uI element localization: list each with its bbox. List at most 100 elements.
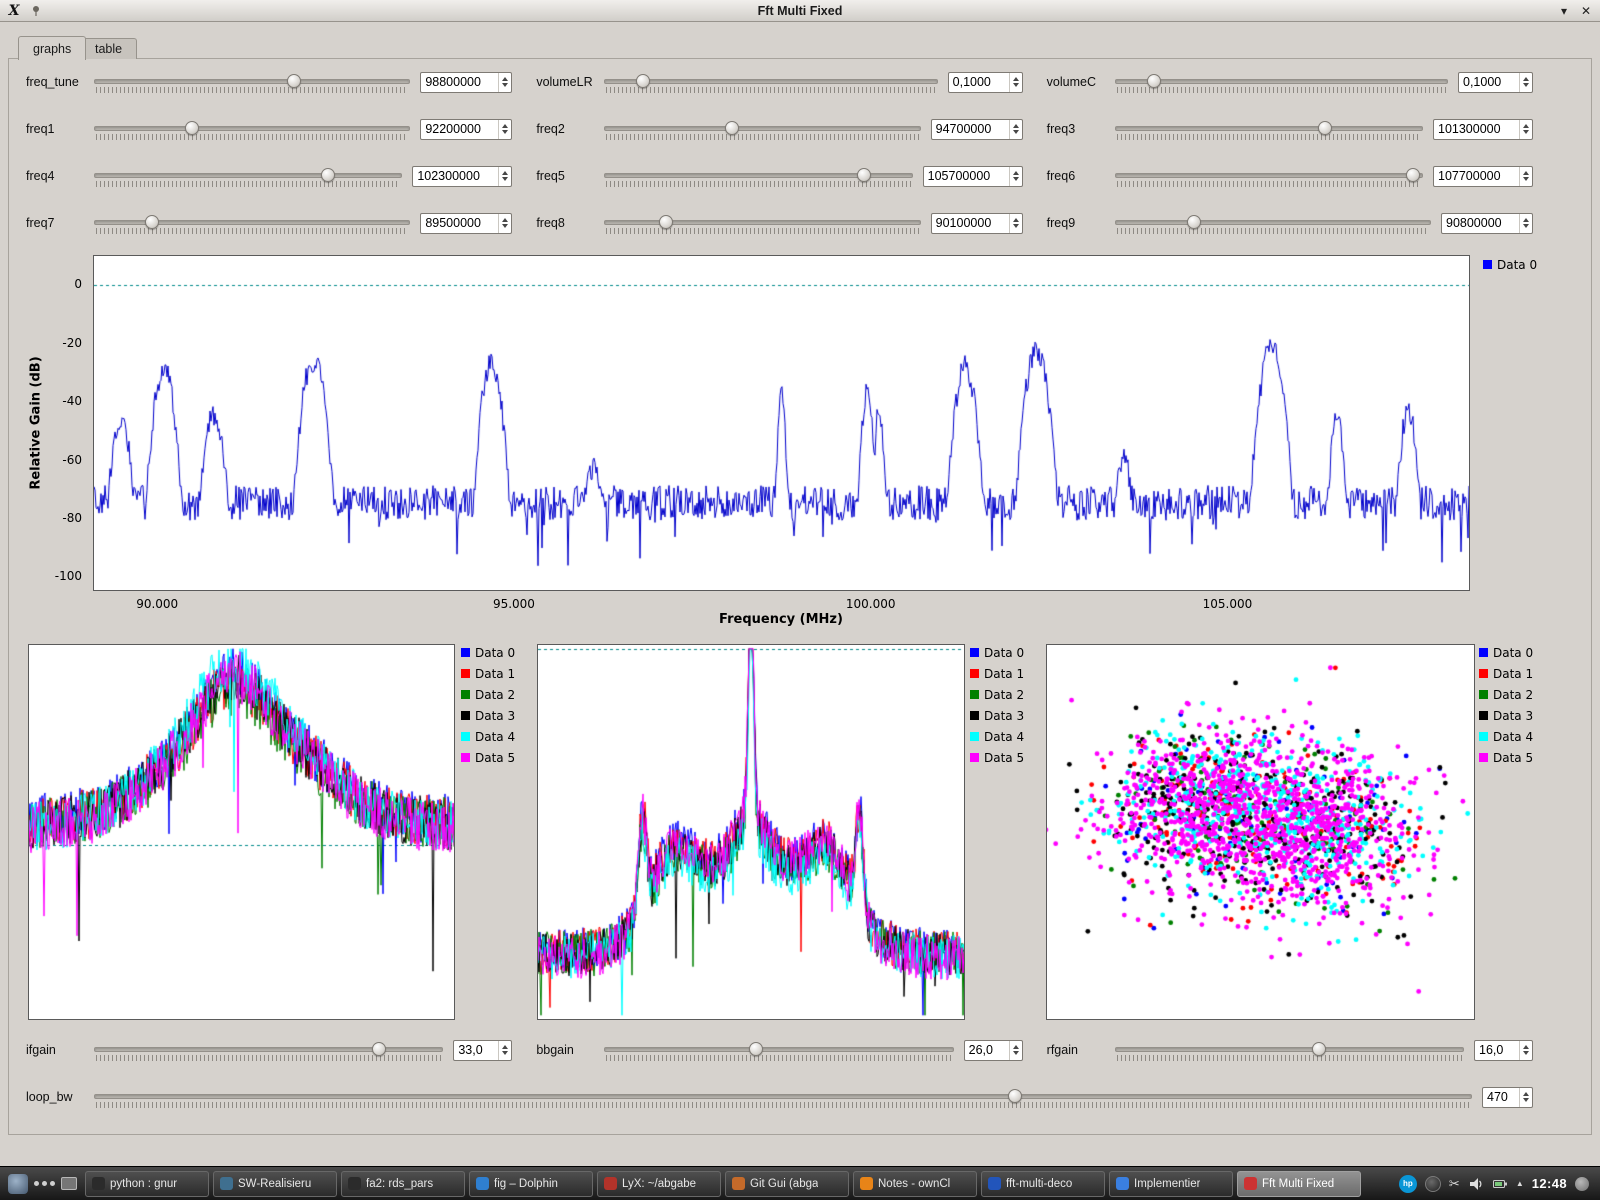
spin-down-icon[interactable] xyxy=(502,1051,508,1055)
spin-down-icon[interactable] xyxy=(1013,1051,1019,1055)
hp-indicator-icon[interactable]: hp xyxy=(1399,1175,1417,1193)
slider-handle-freq6[interactable] xyxy=(1406,168,1420,182)
slider-handle-freq_tune[interactable] xyxy=(287,74,301,88)
tray-expand-icon[interactable]: ▲ xyxy=(1516,1179,1524,1188)
slider-handle-bbgain[interactable] xyxy=(749,1042,763,1056)
taskbar-task-lyx-abgabe[interactable]: LyX: ~/abgabe xyxy=(597,1171,721,1197)
spinbox-freq_tune[interactable]: 98800000 xyxy=(420,72,512,93)
slider-loop_bw[interactable] xyxy=(94,1085,1472,1109)
app-menu-icon[interactable] xyxy=(8,1174,28,1194)
spinbox-freq5[interactable]: 105700000 xyxy=(923,166,1023,187)
panel-toolbox-icon[interactable] xyxy=(1575,1177,1589,1191)
slider-handle-freq4[interactable] xyxy=(321,168,335,182)
slider-freq4[interactable] xyxy=(94,164,402,188)
spinbox-arrows[interactable] xyxy=(1009,214,1022,233)
spinbox-ifgain[interactable]: 33,0 xyxy=(453,1040,512,1061)
spin-up-icon[interactable] xyxy=(1013,77,1019,81)
spinbox-arrows[interactable] xyxy=(498,120,511,139)
baseband-spectrum-canvas[interactable] xyxy=(538,645,964,1019)
pin-icon[interactable] xyxy=(28,3,44,19)
spinbox-volumeC[interactable]: 0,1000 xyxy=(1458,72,1533,93)
battery-icon[interactable] xyxy=(1492,1176,1508,1192)
slider-rfgain[interactable] xyxy=(1115,1038,1464,1062)
spin-up-icon[interactable] xyxy=(1523,124,1529,128)
spinbox-arrows[interactable] xyxy=(1519,120,1532,139)
volume-icon[interactable] xyxy=(1468,1176,1484,1192)
slider-handle-freq9[interactable] xyxy=(1187,215,1201,229)
taskbar-task-notes-owncl[interactable]: Notes - ownCl xyxy=(853,1171,977,1197)
spin-down-icon[interactable] xyxy=(502,83,508,87)
klipper-icon[interactable]: ✂ xyxy=(1449,1176,1460,1192)
slider-bbgain[interactable] xyxy=(604,1038,953,1062)
spinbox-freq9[interactable]: 90800000 xyxy=(1441,213,1533,234)
spinbox-arrows[interactable] xyxy=(498,1041,511,1060)
slider-handle-volumeC[interactable] xyxy=(1147,74,1161,88)
spin-up-icon[interactable] xyxy=(1013,218,1019,222)
slider-handle-freq1[interactable] xyxy=(185,121,199,135)
spin-down-icon[interactable] xyxy=(1013,130,1019,134)
taskbar-task-fa2-rds-pars[interactable]: fa2: rds_pars xyxy=(341,1171,465,1197)
spin-down-icon[interactable] xyxy=(1523,1098,1529,1102)
slider-handle-freq7[interactable] xyxy=(145,215,159,229)
spin-up-icon[interactable] xyxy=(502,77,508,81)
spin-up-icon[interactable] xyxy=(502,218,508,222)
spinbox-volumeLR[interactable]: 0,1000 xyxy=(948,72,1023,93)
spinbox-freq4[interactable]: 102300000 xyxy=(412,166,512,187)
spin-down-icon[interactable] xyxy=(1523,177,1529,181)
spinbox-bbgain[interactable]: 26,0 xyxy=(964,1040,1023,1061)
spinbox-loop_bw[interactable]: 470 xyxy=(1482,1087,1533,1108)
spin-up-icon[interactable] xyxy=(1013,1045,1019,1049)
taskbar-task-git-gui-abga[interactable]: Git Gui (abga xyxy=(725,1171,849,1197)
tab-table[interactable]: table xyxy=(80,38,137,59)
slider-handle-freq3[interactable] xyxy=(1318,121,1332,135)
constellation-canvas[interactable] xyxy=(1047,645,1474,1019)
slider-handle-freq8[interactable] xyxy=(659,215,673,229)
spinbox-arrows[interactable] xyxy=(1519,73,1532,92)
show-desktop-icon[interactable] xyxy=(61,1177,77,1190)
spin-down-icon[interactable] xyxy=(1013,177,1019,181)
slider-volumeC[interactable] xyxy=(1115,70,1448,94)
spinbox-freq7[interactable]: 89500000 xyxy=(420,213,512,234)
spinbox-freq6[interactable]: 107700000 xyxy=(1433,166,1533,187)
minimize-button[interactable]: ▾ xyxy=(1556,3,1572,19)
spin-up-icon[interactable] xyxy=(1523,77,1529,81)
taskbar-task-python-gnur[interactable]: python : gnur xyxy=(85,1171,209,1197)
slider-handle-freq2[interactable] xyxy=(725,121,739,135)
taskbar-task-fft-multi-fixed[interactable]: Fft Multi Fixed xyxy=(1237,1171,1361,1197)
slider-ifgain[interactable] xyxy=(94,1038,443,1062)
slider-freq3[interactable] xyxy=(1115,117,1423,141)
spin-up-icon[interactable] xyxy=(502,1045,508,1049)
spin-down-icon[interactable] xyxy=(502,130,508,134)
slider-handle-rfgain[interactable] xyxy=(1312,1042,1326,1056)
slider-handle-loop_bw[interactable] xyxy=(1008,1089,1022,1103)
spin-down-icon[interactable] xyxy=(1523,130,1529,134)
slider-freq1[interactable] xyxy=(94,117,410,141)
taskbar-task-sw-realisieru[interactable]: SW-Realisieru xyxy=(213,1171,337,1197)
slider-volumeLR[interactable] xyxy=(604,70,937,94)
spin-down-icon[interactable] xyxy=(1523,224,1529,228)
spinbox-arrows[interactable] xyxy=(1009,73,1022,92)
taskbar-task-fig-dolphin[interactable]: fig – Dolphin xyxy=(469,1171,593,1197)
main-fft-canvas[interactable] xyxy=(94,256,1469,590)
spin-up-icon[interactable] xyxy=(1523,218,1529,222)
spinbox-arrows[interactable] xyxy=(1009,120,1022,139)
spin-up-icon[interactable] xyxy=(1523,1045,1529,1049)
slider-handle-volumeLR[interactable] xyxy=(636,74,650,88)
slider-freq8[interactable] xyxy=(604,211,920,235)
slider-freq9[interactable] xyxy=(1115,211,1431,235)
spinbox-freq3[interactable]: 101300000 xyxy=(1433,119,1533,140)
spinbox-arrows[interactable] xyxy=(1519,1041,1532,1060)
spin-down-icon[interactable] xyxy=(1013,224,1019,228)
taskbar-task-implementier[interactable]: Implementier xyxy=(1109,1171,1233,1197)
spinbox-rfgain[interactable]: 16,0 xyxy=(1474,1040,1533,1061)
tab-graphs[interactable]: graphs xyxy=(18,36,86,60)
spinbox-arrows[interactable] xyxy=(1519,1088,1532,1107)
spin-up-icon[interactable] xyxy=(502,171,508,175)
spinbox-freq1[interactable]: 92200000 xyxy=(420,119,512,140)
close-button[interactable]: ✕ xyxy=(1578,3,1594,19)
spinbox-arrows[interactable] xyxy=(498,167,511,186)
spin-down-icon[interactable] xyxy=(1523,83,1529,87)
spinbox-arrows[interactable] xyxy=(1009,167,1022,186)
tray-app-icon[interactable] xyxy=(1425,1176,1441,1192)
spinbox-freq8[interactable]: 90100000 xyxy=(931,213,1023,234)
